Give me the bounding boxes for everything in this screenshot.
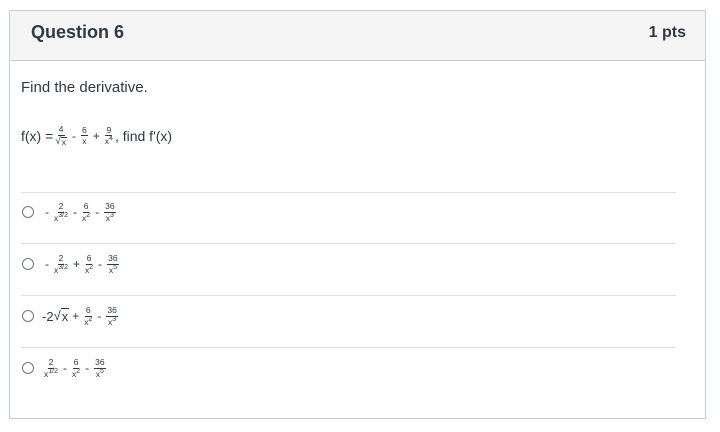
radio-button[interactable] <box>22 362 34 374</box>
answer-divider <box>21 243 676 244</box>
radio-button[interactable] <box>22 258 34 270</box>
question-prompt: Find the derivative. <box>21 79 148 96</box>
radio-button[interactable] <box>22 206 34 218</box>
answer-option-3[interactable]: -2 √ x + 6 x2 - 36 x3 <box>22 306 120 326</box>
answer-divider <box>21 295 676 296</box>
question-points: 1 pts <box>648 24 686 41</box>
answer-option-1[interactable]: - 2 x3/2 - 6 x2 - 36 x3 <box>22 202 118 222</box>
function-tail: , find f'(x) <box>114 127 173 144</box>
answer-expression: - 2 x3/2 - 6 x2 - 36 x3 <box>45 201 116 223</box>
function-expression: f(x) = 4 √ x - 6 x + 9 x4 , find f'(x) <box>21 124 173 147</box>
answer-expression: - 2 x3/2 + 6 x2 - 36 x5 <box>45 253 119 275</box>
function-term-2: 6 x <box>81 124 88 147</box>
radio-button[interactable] <box>22 310 34 322</box>
answer-option-4[interactable]: 2 x1/2 - 6 x2 - 36 x5 <box>22 358 108 378</box>
answer-expression: -2 √ x + 6 x2 - 36 x3 <box>42 305 118 327</box>
answer-expression: 2 x1/2 - 6 x2 - 36 x5 <box>44 357 106 379</box>
question-header: Question 6 1 pts <box>10 11 705 61</box>
function-term-1: 4 √ x <box>55 124 68 147</box>
answer-divider <box>21 192 676 193</box>
function-term-3: 9 x4 <box>104 124 113 147</box>
function-lhs: f(x) = <box>21 127 54 144</box>
answer-option-2[interactable]: - 2 x3/2 + 6 x2 - 36 x5 <box>22 254 121 274</box>
answer-divider <box>21 347 676 348</box>
sqrt-symbol: √ x <box>55 135 68 147</box>
question-title: Question 6 <box>31 22 125 42</box>
sqrt-symbol: √ x <box>53 308 70 324</box>
